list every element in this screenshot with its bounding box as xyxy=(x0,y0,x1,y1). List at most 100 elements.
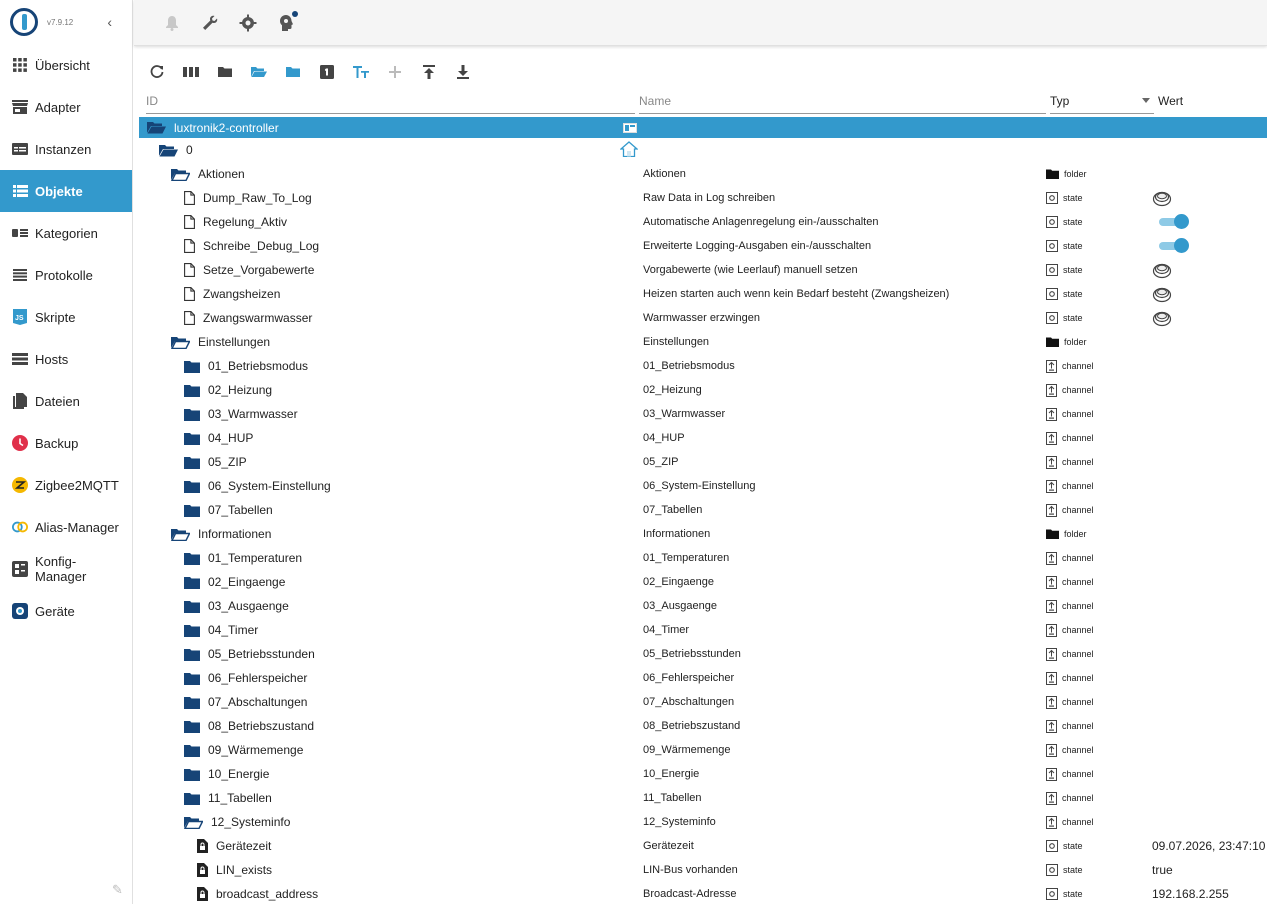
tree-row[interactable]: Aktionen Aktionen folder xyxy=(139,162,1267,186)
folder-open-icon[interactable] xyxy=(159,144,178,157)
tree-row[interactable]: 12_Systeminfo 12_Systeminfo channel xyxy=(139,810,1267,834)
folder-icon[interactable] xyxy=(184,456,200,469)
sidebar-item-alias-manager[interactable]: Alias-Manager xyxy=(0,506,132,548)
push-button-icon[interactable] xyxy=(1152,261,1172,279)
push-button-icon[interactable] xyxy=(1152,309,1172,327)
folder-icon[interactable] xyxy=(184,648,200,661)
folder-open-icon[interactable] xyxy=(171,168,190,181)
sidebar-item-protokolle[interactable]: Protokolle xyxy=(0,254,132,296)
tree-row[interactable]: Zwangswarmwasser Warmwasser erzwingen stat… xyxy=(139,306,1267,330)
folder-icon[interactable] xyxy=(184,696,200,709)
folder-icon[interactable] xyxy=(184,792,200,805)
folder-icon[interactable] xyxy=(184,600,200,613)
toggle-switch[interactable] xyxy=(1159,238,1189,253)
tree-row[interactable]: 05_ZIP 05_ZIP channel xyxy=(139,450,1267,474)
folder-icon[interactable] xyxy=(184,408,200,421)
folder-icon[interactable] xyxy=(184,720,200,733)
tree-row[interactable]: Setze_Vorgabewerte Vorgabewerte (wie Leer… xyxy=(139,258,1267,282)
add-object-plus-icon[interactable] xyxy=(385,61,405,83)
toggle-switch[interactable] xyxy=(1159,214,1189,229)
tree-row[interactable]: Regelung_Aktiv Automatische Anlagenregelu… xyxy=(139,210,1267,234)
sidebar-item-dateien[interactable]: Dateien xyxy=(0,380,132,422)
folder-icon[interactable] xyxy=(184,768,200,781)
sidebar-item-objekte[interactable]: Objekte xyxy=(0,170,132,212)
folder-open-icon[interactable] xyxy=(171,336,190,349)
tree-row-value[interactable]: 09.07.2026, 23:47:10 xyxy=(1152,839,1265,853)
folder-open-icon[interactable] xyxy=(171,528,190,541)
tree-row[interactable]: 04_HUP 04_HUP channel xyxy=(139,426,1267,450)
folder-icon[interactable] xyxy=(184,480,200,493)
folder-icon[interactable] xyxy=(184,360,200,373)
expand-all-folder-open-icon[interactable] xyxy=(249,61,269,83)
tree-row[interactable]: Zwangsheizen Heizen starten auch wenn kei… xyxy=(139,282,1267,306)
sidebar-item-übersicht[interactable]: Übersicht xyxy=(0,44,132,86)
tree-row[interactable]: 09_Wärmemenge 09_Wärmemenge channel xyxy=(139,738,1267,762)
sidebar-item-zigbee2mqtt[interactable]: Zigbee2MQTT xyxy=(0,464,132,506)
tree-row[interactable]: 0 xyxy=(139,138,1267,162)
folder-icon[interactable] xyxy=(184,384,200,397)
tree-row[interactable]: 10_Energie 10_Energie channel xyxy=(139,762,1267,786)
tree-row[interactable]: 07_Abschaltungen 07_Abschaltungen channel xyxy=(139,690,1267,714)
expert-mode-head-icon[interactable] xyxy=(276,10,298,33)
tree-row[interactable]: 02_Heizung 02_Heizung channel xyxy=(139,378,1267,402)
tree-row[interactable]: 06_Fehlerspeicher 06_Fehlerspeicher channe… xyxy=(139,666,1267,690)
tree-row[interactable]: 11_Tabellen 11_Tabellen channel xyxy=(139,786,1267,810)
tree-row[interactable]: 01_Betriebsmodus 01_Betriebsmodus channel xyxy=(139,354,1267,378)
sidebar-item-backup[interactable]: Backup xyxy=(0,422,132,464)
sidebar-item-konfig-manager[interactable]: Konfig- Manager xyxy=(0,548,132,590)
tree-row[interactable]: 04_Timer 04_Timer channel xyxy=(139,618,1267,642)
tree-row[interactable]: 07_Tabellen 07_Tabellen channel xyxy=(139,498,1267,522)
tree-row[interactable]: Dump_Raw_To_Log Raw Data in Log schreiben… xyxy=(139,186,1267,210)
collapse-sidebar-icon[interactable]: ‹ xyxy=(107,14,112,30)
tree-row[interactable]: Informationen Informationen folder xyxy=(139,522,1267,546)
folder-icon[interactable] xyxy=(184,672,200,685)
sidebar-item-adapter[interactable]: Adapter xyxy=(0,86,132,128)
id-filter-input[interactable]: ID xyxy=(146,88,635,114)
tree-row-value[interactable]: true xyxy=(1152,863,1173,877)
push-button-icon[interactable] xyxy=(1152,285,1172,303)
tree-row[interactable]: Einstellungen Einstellungen folder xyxy=(139,330,1267,354)
tree-row[interactable]: LIN_exists LIN-Bus vorhanden state true xyxy=(139,858,1267,882)
folder-icon[interactable] xyxy=(184,552,200,565)
sidebar-item-hosts[interactable]: Hosts xyxy=(0,338,132,380)
tree-row[interactable]: 01_Temperaturen 01_Temperaturen channel xyxy=(139,546,1267,570)
tree-row[interactable]: 05_Betriebsstunden 05_Betriebsstunden chan… xyxy=(139,642,1267,666)
collapse-all-folder-icon[interactable] xyxy=(215,61,235,83)
push-button-icon[interactable] xyxy=(1152,189,1172,207)
folder-icon[interactable] xyxy=(184,432,200,445)
text-size-icon[interactable] xyxy=(351,61,371,83)
tree-row[interactable]: broadcast_address Broadcast-Adresse state 1… xyxy=(139,882,1267,904)
tree-row[interactable]: 02_Eingaenge 02_Eingaenge channel xyxy=(139,570,1267,594)
folder-icon[interactable] xyxy=(184,576,200,589)
folder-open-icon[interactable] xyxy=(184,816,203,829)
tree-row[interactable]: 03_Ausgaenge 03_Ausgaenge channel xyxy=(139,594,1267,618)
edit-menu-icon[interactable]: ✎ xyxy=(112,882,123,898)
tree-row[interactable]: 06_System-Einstellung 06_System-Einstellu… xyxy=(139,474,1267,498)
tree-row[interactable]: Gerätezeit Gerätezeit state 09.07.2026, 23:… xyxy=(139,834,1267,858)
sidebar-item-instanzen[interactable]: Instanzen xyxy=(0,128,132,170)
tree-row[interactable]: 03_Warmwasser 03_Warmwasser channel xyxy=(139,402,1267,426)
columns-icon[interactable] xyxy=(181,61,201,83)
type-filter-select[interactable]: Typ xyxy=(1050,88,1154,114)
folder-icon[interactable] xyxy=(184,504,200,517)
tree-row-value[interactable]: 192.168.2.255 xyxy=(1152,887,1229,901)
sidebar-item-kategorien[interactable]: Kategorien xyxy=(0,212,132,254)
folder-open-icon[interactable] xyxy=(147,121,166,134)
sidebar-item-skripte[interactable]: JS Skripte xyxy=(0,296,132,338)
download-icon[interactable] xyxy=(453,61,473,83)
sidebar-item-geräte[interactable]: Geräte xyxy=(0,590,132,632)
tree-row[interactable]: Schreibe_Debug_Log Erweiterte Logging-Aus… xyxy=(139,234,1267,258)
upload-icon[interactable] xyxy=(419,61,439,83)
folder-icon[interactable] xyxy=(184,624,200,637)
name-filter-input[interactable]: Name xyxy=(639,88,1046,114)
notifications-bell-icon[interactable] xyxy=(162,13,182,33)
settings-gear-icon[interactable] xyxy=(238,13,258,33)
refresh-icon[interactable] xyxy=(147,61,167,83)
tree-row[interactable]: luxtronik2-controller xyxy=(139,117,1267,138)
level-1-icon[interactable] xyxy=(317,61,337,83)
tree-row[interactable]: 08_Betriebszustand 08_Betriebszustand chan… xyxy=(139,714,1267,738)
folder-icon[interactable] xyxy=(184,744,200,757)
expand-one-level-folder-icon[interactable] xyxy=(283,61,303,83)
iobroker-logo[interactable] xyxy=(10,8,38,36)
wrench-icon[interactable] xyxy=(200,13,220,33)
